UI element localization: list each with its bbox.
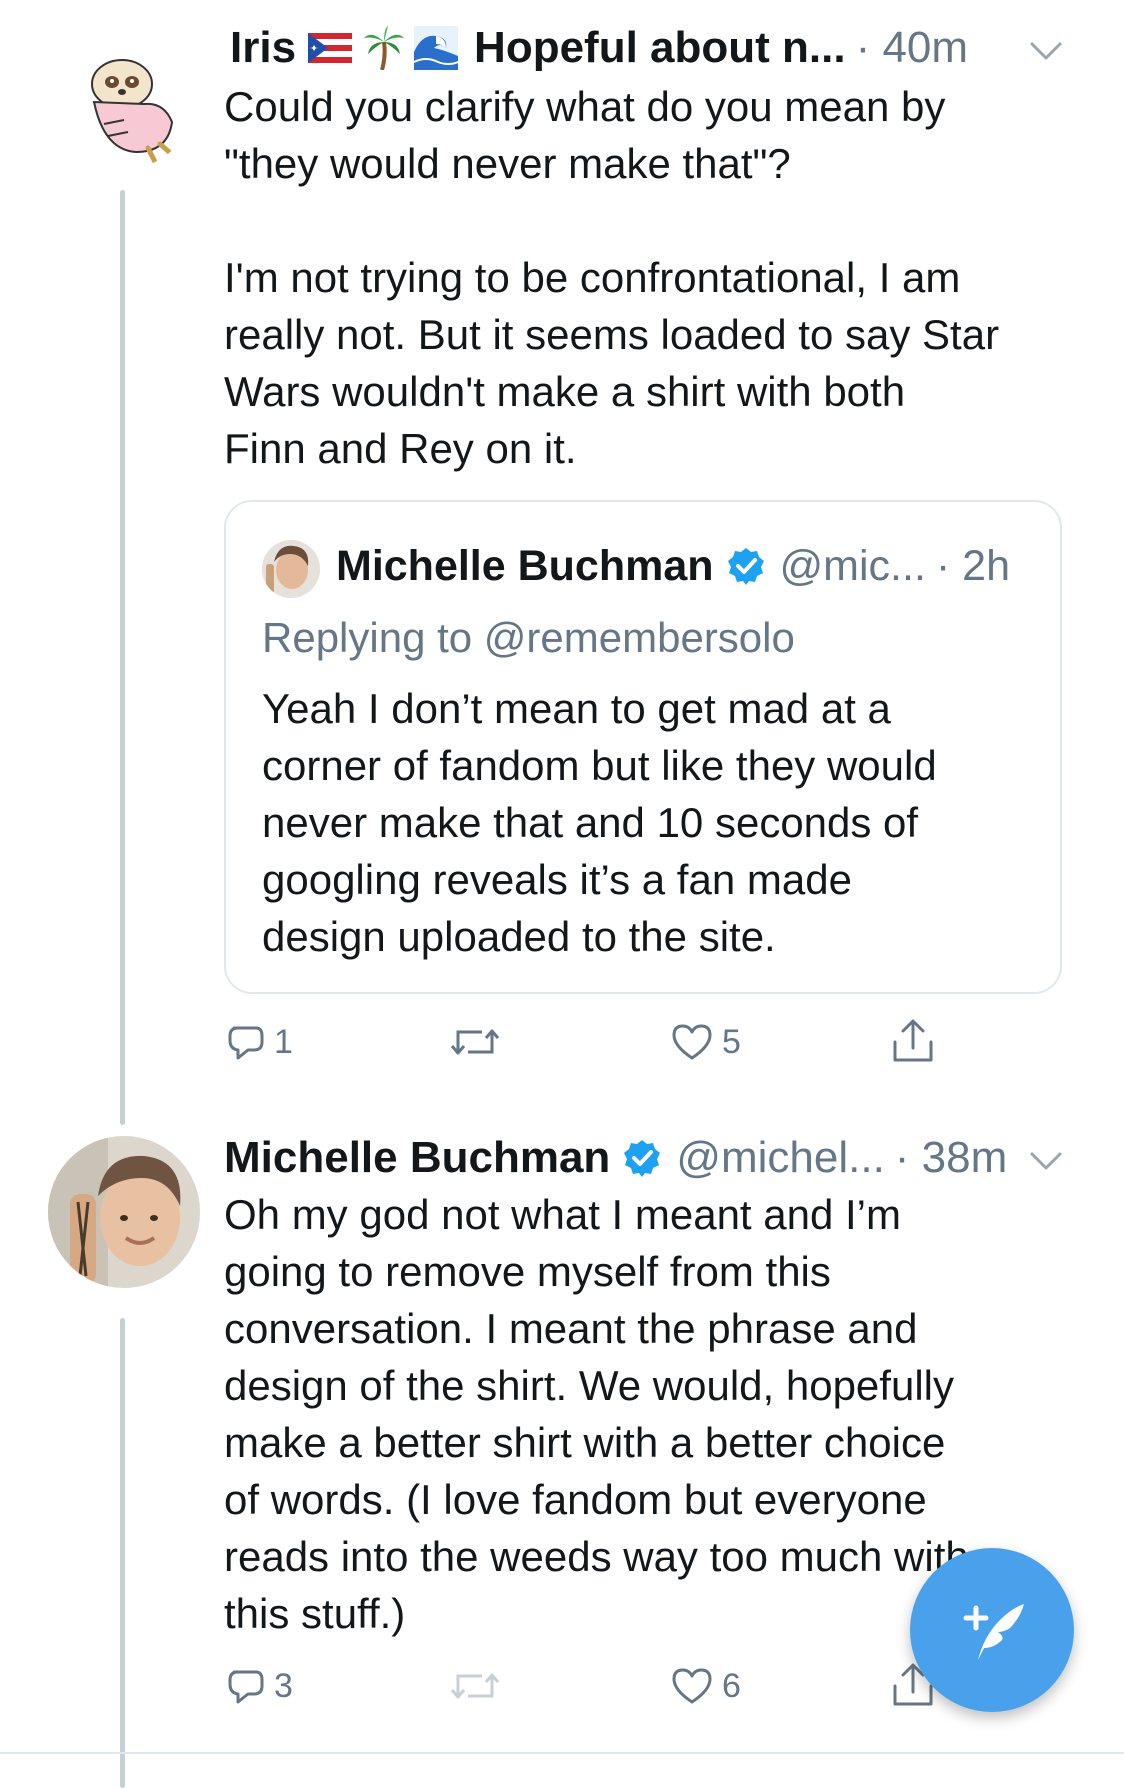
tweet-time: · 40m (855, 23, 969, 72)
person-avatar-icon (48, 1136, 200, 1288)
share-button[interactable] (890, 1018, 936, 1064)
tweet-time: · 38m (894, 1133, 1008, 1182)
reply-count: 1 (274, 1022, 293, 1061)
retweet-icon (450, 1673, 500, 1699)
avatar[interactable] (64, 40, 192, 168)
reply-icon (228, 1670, 264, 1704)
reply-icon (228, 1026, 264, 1060)
quote-handle: @mic... (779, 542, 926, 590)
reply-count: 3 (274, 1666, 293, 1705)
divider (0, 1752, 1124, 1754)
puerto-rico-flag-icon (308, 33, 353, 63)
quote-header: Michelle Buchman @mic... · 2h (336, 538, 1010, 594)
quoted-tweet-card[interactable]: Michelle Buchman @mic... · 2h Replying t… (224, 500, 1062, 994)
retweet-button[interactable] (448, 1022, 510, 1062)
like-count: 5 (722, 1022, 741, 1061)
verified-badge-icon (624, 1140, 661, 1177)
heart-icon (672, 1668, 712, 1704)
compose-tweet-button[interactable] (910, 1548, 1074, 1712)
like-count: 6 (722, 1666, 741, 1705)
chevron-down-icon[interactable] (1028, 1148, 1064, 1172)
display-name-suffix: Hopeful about n... (474, 23, 846, 72)
palm-tree-icon (364, 26, 405, 70)
like-button[interactable]: 6 (670, 1666, 741, 1706)
quote-author-name: Michelle Buchman (336, 542, 714, 590)
heart-icon (672, 1024, 712, 1060)
reply-button[interactable]: 1 (226, 1022, 293, 1062)
thread-line-lower (120, 1318, 125, 1788)
author-handle: @michel... (676, 1133, 885, 1182)
wave-icon (414, 26, 459, 70)
author-name[interactable]: Michelle Buchman (224, 1130, 610, 1186)
tweet-text: Could you clarify what do you mean by "t… (224, 83, 1000, 472)
verified-badge-icon (727, 548, 764, 585)
avatar[interactable] (48, 1136, 200, 1288)
retweet-icon (450, 1029, 500, 1055)
thread-line-upper (120, 190, 125, 1125)
person-avatar-icon (262, 540, 320, 598)
compose-feather-icon (963, 1604, 1024, 1660)
share-icon (893, 1019, 933, 1062)
retweet-button-disabled[interactable] (448, 1666, 510, 1706)
quote-text: Yeah I don’t mean to get mad at a corner… (262, 685, 937, 960)
author-name[interactable]: Iris (230, 20, 296, 76)
quote-time: · 2h (935, 542, 1011, 590)
like-button[interactable]: 5 (670, 1022, 741, 1062)
quote-avatar (262, 540, 320, 598)
replying-to[interactable]: Replying to @remembersolo (262, 610, 795, 666)
tweet-header: Iris Hopeful about n... · 40m (230, 20, 968, 76)
sloth-avatar-icon (91, 59, 179, 167)
chevron-down-icon[interactable] (1028, 38, 1064, 62)
tweet-header: Michelle Buchman @michel... · 38m (224, 1130, 1007, 1186)
reply-button[interactable]: 3 (226, 1666, 293, 1706)
